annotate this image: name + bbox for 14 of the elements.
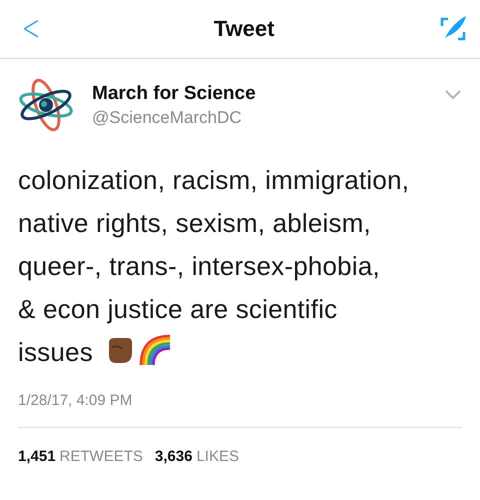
stat-label[interactable]: LIKES <box>196 448 239 465</box>
stat-count: 1,451 <box>18 448 56 465</box>
chevron-down-icon[interactable] <box>444 89 462 101</box>
tweet-timestamp: 1/28/17, 4:09 PM <box>18 392 462 428</box>
raised-fist-icon <box>106 335 134 365</box>
stat-count: 3,636 <box>154 448 192 465</box>
screen-title: Tweet <box>214 16 274 42</box>
author-name: March for Science <box>92 82 257 104</box>
tweet-text: colonization, racism, immigration, native rights, sexism, ableism, queer-, trans-, intersex-phobia, & econ justice are scientific issues <box>18 164 410 369</box>
back-button[interactable]: < <box>20 11 43 47</box>
author-handle: @ScienceMarchDC <box>92 108 243 128</box>
rainbow-icon <box>138 333 170 365</box>
atom-globe-logo-icon <box>18 77 74 133</box>
stat-label[interactable]: RETWEETS <box>60 448 143 465</box>
